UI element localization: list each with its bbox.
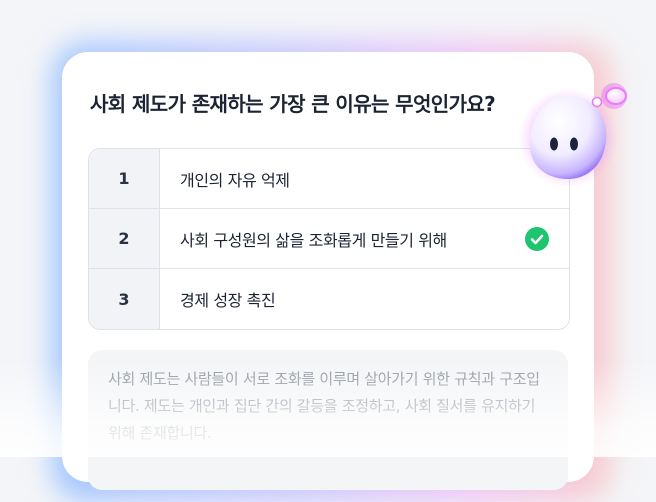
option-text: 경제 성장 촉진 [180, 291, 276, 310]
mascot-icon [510, 76, 635, 190]
option-text: 개인의 자유 억제 [180, 170, 290, 190]
option-number: 3 [89, 269, 160, 329]
option-number: 1 [89, 149, 160, 208]
option-number: 2 [89, 209, 160, 268]
answer-option-2[interactable]: 2 사회 구성원의 삶을 조화롭게 만들기 위해 [89, 209, 569, 269]
check-circle-icon [525, 226, 549, 251]
answer-options: 1 개인의 자유 억제 2 사회 구성원의 삶을 조화롭게 만들기 위해 3 경… [88, 148, 570, 330]
answer-option-1[interactable]: 1 개인의 자유 억제 [89, 149, 569, 209]
answer-option-3[interactable]: 3 경제 성장 촉진 [89, 269, 569, 329]
option-text: 사회 구성원의 삶을 조화롭게 만들기 위해 [180, 230, 447, 250]
quiz-question: 사회 제도가 존재하는 가장 큰 이유는 무엇인가요? [90, 92, 496, 116]
answer-explanation: 사회 제도는 사람들이 서로 조화를 이루며 살아가기 위한 규칙과 구조입니다… [88, 350, 568, 490]
